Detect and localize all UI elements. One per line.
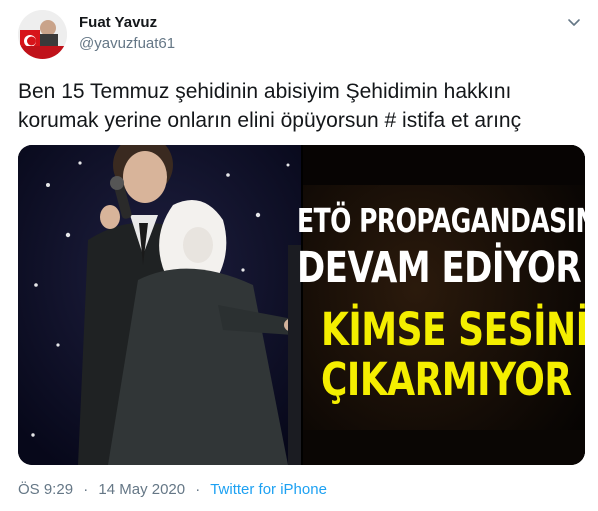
meta-separator: ·	[83, 481, 89, 498]
tweet-media: ETÖ PROPAGANDASINA DEVAM EDİYOR KİMSE SE…	[18, 145, 585, 465]
headline-line-4: ÇIKARMIYOR	[321, 355, 572, 407]
media-photo-right[interactable]: ETÖ PROPAGANDASINA DEVAM EDİYOR KİMSE SE…	[297, 145, 585, 465]
tweet-source-link[interactable]: Twitter for iPhone	[210, 481, 327, 498]
tweet-text: Ben 15 Temmuz şehidinin abisiyim Şehidim…	[18, 80, 522, 132]
avatar[interactable]	[18, 10, 67, 59]
tweet-date[interactable]: 14 May 2020	[98, 481, 185, 498]
chevron-down-icon[interactable]	[564, 12, 584, 32]
tweet-time[interactable]: ÖS 9:29	[18, 481, 73, 498]
photo-stage-scene	[18, 145, 302, 465]
tweet-card: Fuat Yavuz @yavuzfuat61 Ben 15 Temmuz şe…	[0, 0, 598, 511]
headline-line-3: KİMSE SESİNİ	[321, 305, 585, 357]
meta-separator: ·	[195, 481, 201, 498]
headline-line-2: DEVAM EDİYOR	[297, 243, 582, 293]
tweet-meta: ÖS 9:29 · 14 May 2020 · Twitter for iPho…	[18, 481, 327, 498]
headline-line-1: ETÖ PROPAGANDASINA	[297, 202, 585, 240]
avatar-image	[18, 10, 67, 59]
user-handle[interactable]: @yavuzfuat61	[79, 35, 175, 52]
user-display-name[interactable]: Fuat Yavuz	[79, 14, 157, 31]
media-photo-left[interactable]	[18, 145, 302, 465]
